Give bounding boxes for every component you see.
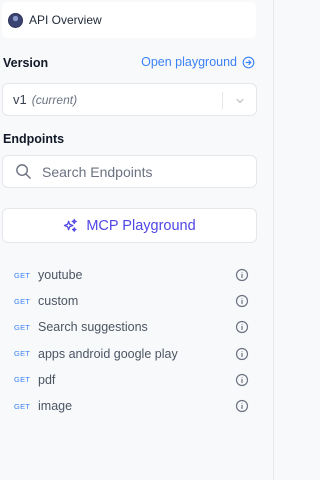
http-method-badge: GET bbox=[14, 375, 31, 385]
search-input[interactable] bbox=[42, 163, 242, 180]
http-method-badge: GET bbox=[14, 296, 31, 306]
info-icon[interactable] bbox=[235, 399, 249, 413]
sparkles-icon bbox=[64, 218, 78, 232]
endpoint-item[interactable]: GET pdf bbox=[0, 367, 274, 393]
version-current-tag: (current) bbox=[31, 92, 78, 107]
info-icon[interactable] bbox=[235, 347, 249, 361]
endpoint-name: image bbox=[38, 399, 73, 414]
info-icon[interactable] bbox=[235, 373, 249, 387]
info-icon[interactable] bbox=[235, 268, 249, 282]
endpoint-search-box[interactable] bbox=[2, 155, 257, 188]
endpoint-item[interactable]: GET custom bbox=[0, 288, 274, 314]
http-method-badge: GET bbox=[14, 322, 31, 332]
endpoint-item[interactable]: GET Search suggestions bbox=[0, 314, 274, 340]
endpoint-name: youtube bbox=[38, 268, 83, 283]
endpoint-name: Search suggestions bbox=[38, 320, 148, 335]
info-icon[interactable] bbox=[235, 320, 249, 334]
endpoint-item[interactable]: GET image bbox=[0, 393, 274, 419]
avatar bbox=[8, 12, 23, 28]
open-playground-link[interactable]: Open playground bbox=[141, 55, 255, 69]
endpoint-list: GET youtube GET custom GET Search sugges… bbox=[0, 262, 274, 419]
api-sidebar: API Overview Version Open playground v1 … bbox=[0, 0, 274, 480]
endpoints-heading: Endpoints bbox=[3, 132, 65, 146]
version-select[interactable]: v1 (current) bbox=[2, 83, 257, 116]
endpoint-item[interactable]: GET apps android google play bbox=[0, 341, 274, 367]
endpoint-name: apps android google play bbox=[38, 346, 178, 361]
http-method-badge: GET bbox=[14, 401, 31, 411]
version-heading: Version bbox=[3, 56, 49, 70]
mcp-playground-button[interactable]: MCP Playground bbox=[2, 208, 257, 243]
version-selected-value: v1 bbox=[13, 92, 27, 107]
api-overview-item[interactable]: API Overview bbox=[2, 2, 256, 38]
endpoint-name: pdf bbox=[38, 372, 56, 387]
http-method-badge: GET bbox=[14, 270, 31, 280]
chevron-down-icon bbox=[236, 98, 244, 104]
search-icon bbox=[16, 164, 31, 179]
mcp-playground-label: MCP Playground bbox=[86, 217, 196, 234]
http-method-badge: GET bbox=[14, 349, 31, 359]
select-divider bbox=[222, 92, 223, 109]
endpoint-name: custom bbox=[38, 294, 79, 309]
info-icon[interactable] bbox=[235, 294, 249, 308]
api-overview-label: API Overview bbox=[29, 13, 102, 27]
open-playground-label: Open playground bbox=[141, 55, 237, 69]
endpoint-item[interactable]: GET youtube bbox=[0, 262, 274, 288]
arrow-circle-right-icon bbox=[242, 56, 255, 68]
